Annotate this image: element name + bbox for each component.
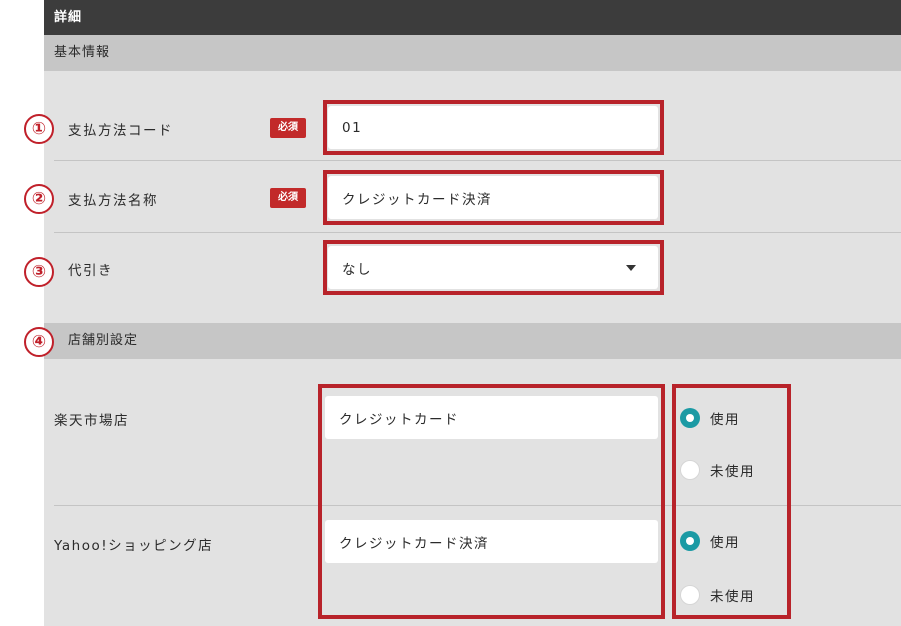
store-payment-name-input-rakuten[interactable]: クレジットカード [325, 396, 658, 439]
store-label-yahoo: Yahoo!ショッピング店 [54, 538, 214, 554]
row-divider [54, 505, 901, 506]
radio-label: 使用 [710, 535, 740, 551]
payment-name-input[interactable]: クレジットカード決済 [328, 176, 658, 219]
payment-code-label: 支払方法コード [68, 123, 173, 139]
radio-unused-yahoo[interactable] [680, 585, 700, 605]
basic-info-section-header: 基本情報 [44, 35, 901, 71]
chevron-down-icon [626, 264, 636, 271]
annotation-marker-3: ③ [24, 257, 54, 287]
payment-name-label: 支払方法名称 [68, 193, 158, 209]
radio-unused-rakuten[interactable] [680, 460, 700, 480]
store-payment-name-input-yahoo[interactable]: クレジットカード決済 [325, 520, 658, 563]
row-divider [54, 232, 901, 233]
required-badge: 必須 [270, 118, 306, 138]
row-divider [54, 160, 901, 161]
panel-header: 詳細 [44, 0, 901, 35]
radio-use-rakuten[interactable] [680, 408, 700, 428]
radio-use-yahoo[interactable] [680, 531, 700, 551]
payment-code-input[interactable]: 01 [328, 106, 658, 149]
cash-on-delivery-select[interactable]: なし [328, 246, 658, 289]
radio-label: 使用 [710, 412, 740, 428]
radio-label: 未使用 [710, 589, 755, 605]
annotation-marker-4: ④ [24, 327, 54, 357]
store-label-rakuten: 楽天市場店 [54, 413, 129, 429]
annotation-marker-2: ② [24, 184, 54, 214]
radio-label: 未使用 [710, 464, 755, 480]
store-settings-section-header: 店舗別設定 [44, 323, 901, 359]
required-badge: 必須 [270, 188, 306, 208]
cash-on-delivery-selected: なし [342, 261, 372, 278]
cash-on-delivery-label: 代引き [68, 263, 113, 279]
annotation-marker-1: ① [24, 114, 54, 144]
